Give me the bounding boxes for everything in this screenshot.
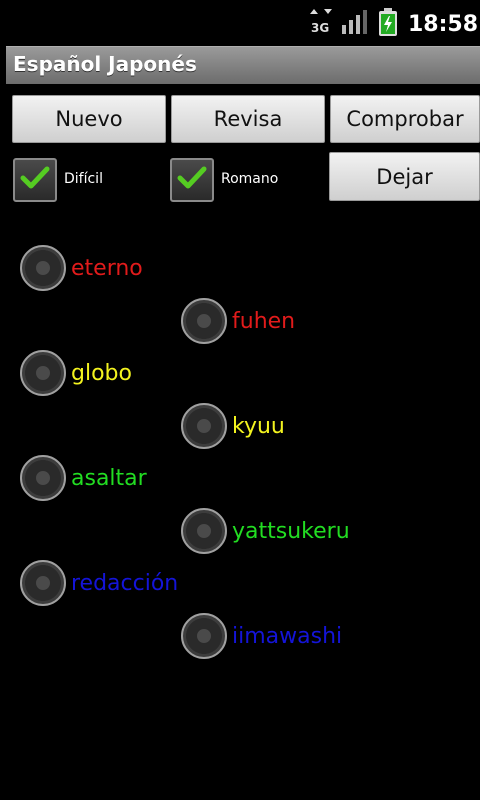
network-3g-icon: 3G — [309, 9, 332, 39]
radio-dot-icon — [35, 470, 51, 486]
signal-strength-icon — [341, 10, 368, 38]
status-bar: 3G 18:58 — [0, 0, 480, 48]
app-title: Español Japonés — [13, 52, 197, 76]
comprobar-button[interactable]: Comprobar — [330, 95, 480, 143]
network-label: 3G — [311, 21, 329, 35]
radio-dot-icon — [196, 628, 212, 644]
radio-dot-icon — [35, 365, 51, 381]
battery-charging-icon — [378, 8, 398, 40]
word-label[interactable]: fuhen — [232, 309, 295, 334]
radio-dot-icon — [196, 523, 212, 539]
revisa-button[interactable]: Revisa — [171, 95, 325, 143]
word-label[interactable]: eterno — [71, 256, 143, 281]
clock: 18:58 — [407, 11, 478, 37]
dificil-checkbox[interactable] — [13, 158, 57, 202]
word-radio[interactable] — [181, 403, 227, 449]
app-title-bar: Español Japonés — [6, 46, 480, 84]
checkmark-icon — [20, 165, 50, 195]
dejar-button[interactable]: Dejar — [329, 152, 480, 201]
romano-checkbox[interactable] — [170, 158, 214, 202]
word-radio[interactable] — [181, 298, 227, 344]
radio-dot-icon — [196, 418, 212, 434]
word-radio[interactable] — [181, 613, 227, 659]
word-radio[interactable] — [20, 350, 66, 396]
word-label[interactable]: globo — [71, 361, 132, 386]
word-label[interactable]: iimawashi — [232, 624, 342, 649]
word-label[interactable]: redacción — [71, 571, 178, 596]
word-radio[interactable] — [20, 560, 66, 606]
radio-dot-icon — [35, 575, 51, 591]
word-label[interactable]: yattsukeru — [232, 519, 350, 544]
word-radio[interactable] — [20, 455, 66, 501]
dificil-label: Difícil — [64, 171, 103, 187]
romano-label: Romano — [221, 171, 279, 187]
word-label[interactable]: kyuu — [232, 414, 285, 439]
nuevo-button[interactable]: Nuevo — [12, 95, 166, 143]
status-icons: 3G 18:58 — [309, 0, 480, 48]
word-radio[interactable] — [20, 245, 66, 291]
radio-dot-icon — [35, 260, 51, 276]
word-radio[interactable] — [181, 508, 227, 554]
word-label[interactable]: asaltar — [71, 466, 147, 491]
checkmark-icon — [177, 165, 207, 195]
radio-dot-icon — [196, 313, 212, 329]
